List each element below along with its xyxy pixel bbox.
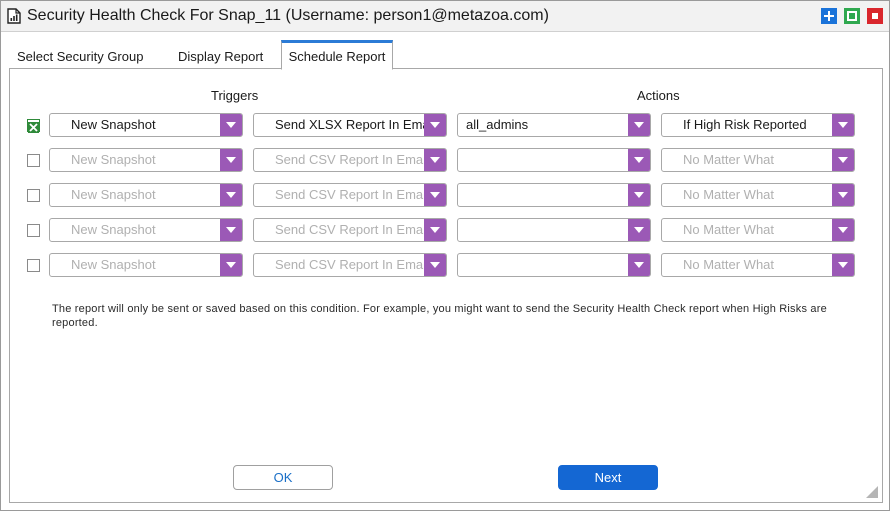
report-format-dropdown[interactable]: Send CSV Report In Email [253,218,447,242]
chevron-down-icon[interactable] [424,114,446,136]
chevron-down-icon[interactable] [628,254,650,276]
trigger-dropdown[interactable]: New Snapshot [49,148,243,172]
window-title: Security Health Check For Snap_11 (Usern… [27,7,549,24]
chevron-down-icon[interactable] [628,149,650,171]
next-button[interactable]: Next [558,465,658,490]
condition-dropdown[interactable]: If High Risk Reported [661,113,855,137]
actions-header: Actions [637,88,680,103]
resize-grip-icon[interactable] [865,485,879,499]
report-format-dropdown[interactable]: Send CSV Report In Email [253,183,447,207]
chevron-down-icon[interactable] [832,149,854,171]
condition-dropdown-value: No Matter What [683,257,775,272]
chevron-down-icon[interactable] [628,219,650,241]
chevron-down-icon[interactable] [424,219,446,241]
row-enable-checkbox[interactable] [27,189,40,202]
chevron-down-icon[interactable] [424,149,446,171]
row-enable-checkbox[interactable] [27,259,40,272]
condition-dropdown[interactable]: No Matter What [661,183,855,207]
check-icon [28,122,39,133]
title-bar: Security Health Check For Snap_11 (Usern… [1,1,889,32]
maximize-plus-icon[interactable] [821,8,837,24]
chevron-down-icon[interactable] [424,184,446,206]
recipient-dropdown[interactable] [457,218,651,242]
recipient-dropdown-value [466,149,628,171]
condition-dropdown[interactable]: No Matter What [661,218,855,242]
chevron-down-icon[interactable] [628,114,650,136]
trigger-dropdown-value: New Snapshot [71,187,156,202]
report-document-icon [7,8,21,24]
chevron-down-icon[interactable] [832,254,854,276]
recipient-dropdown[interactable] [457,148,651,172]
condition-dropdown-value: If High Risk Reported [683,117,807,132]
recipient-dropdown[interactable] [457,253,651,277]
report-format-dropdown-value: Send CSV Report In Email [275,222,424,237]
report-format-dropdown-value: Send XLSX Report In Email [275,117,424,132]
condition-dropdown[interactable]: No Matter What [661,148,855,172]
row-enable-checkbox[interactable] [27,154,40,167]
report-format-dropdown[interactable]: Send XLSX Report In Email [253,113,447,137]
trigger-dropdown-value: New Snapshot [71,257,156,272]
trigger-dropdown-value: New Snapshot [71,222,156,237]
tab-schedule-report[interactable]: Schedule Report [281,40,393,70]
chevron-down-icon[interactable] [424,254,446,276]
trigger-dropdown[interactable]: New Snapshot [49,183,243,207]
recipient-dropdown-value [466,254,628,276]
condition-dropdown-value: No Matter What [683,187,775,202]
ok-button[interactable]: OK [233,465,333,490]
chevron-down-icon[interactable] [220,149,242,171]
condition-dropdown-value: No Matter What [683,152,775,167]
condition-hint-text: The report will only be sent or saved ba… [52,303,827,329]
trigger-dropdown[interactable]: New Snapshot [49,113,243,137]
chevron-down-icon[interactable] [832,114,854,136]
chevron-down-icon[interactable] [832,219,854,241]
tab-select-security-group[interactable]: Select Security Group [17,40,143,69]
recipient-dropdown-value: all_admins [466,117,529,132]
row-enable-checkbox[interactable] [27,224,40,237]
report-format-dropdown[interactable]: Send CSV Report In Email [253,148,447,172]
report-format-dropdown-value: Send CSV Report In Email [275,152,424,167]
chevron-down-icon[interactable] [220,219,242,241]
recipient-dropdown-value [466,219,628,241]
triggers-header: Triggers [211,88,259,103]
tab-display-report[interactable]: Display Report [178,40,263,69]
trigger-dropdown-value: New Snapshot [71,117,156,132]
condition-dropdown-value: No Matter What [683,222,775,237]
condition-dropdown[interactable]: No Matter What [661,253,855,277]
chevron-down-icon[interactable] [220,114,242,136]
report-format-dropdown[interactable]: Send CSV Report In Email [253,253,447,277]
trigger-dropdown[interactable]: New Snapshot [49,253,243,277]
close-square-icon[interactable] [867,8,883,24]
chevron-down-icon[interactable] [220,184,242,206]
chevron-down-icon[interactable] [628,184,650,206]
dialog-window: Security Health Check For Snap_11 (Usern… [0,0,890,511]
chevron-down-icon[interactable] [832,184,854,206]
trigger-dropdown-value: New Snapshot [71,152,156,167]
report-format-dropdown-value: Send CSV Report In Email [275,257,424,272]
report-format-dropdown-value: Send CSV Report In Email [275,187,424,202]
tab-bar: Select Security Group Display Report Sch… [9,40,883,70]
recipient-dropdown-value [466,184,628,206]
chevron-down-icon[interactable] [220,254,242,276]
recipient-dropdown[interactable]: all_admins [457,113,651,137]
row-enable-checkbox[interactable] [27,119,40,133]
recipient-dropdown[interactable] [457,183,651,207]
restore-square-icon[interactable] [844,8,860,24]
trigger-dropdown[interactable]: New Snapshot [49,218,243,242]
